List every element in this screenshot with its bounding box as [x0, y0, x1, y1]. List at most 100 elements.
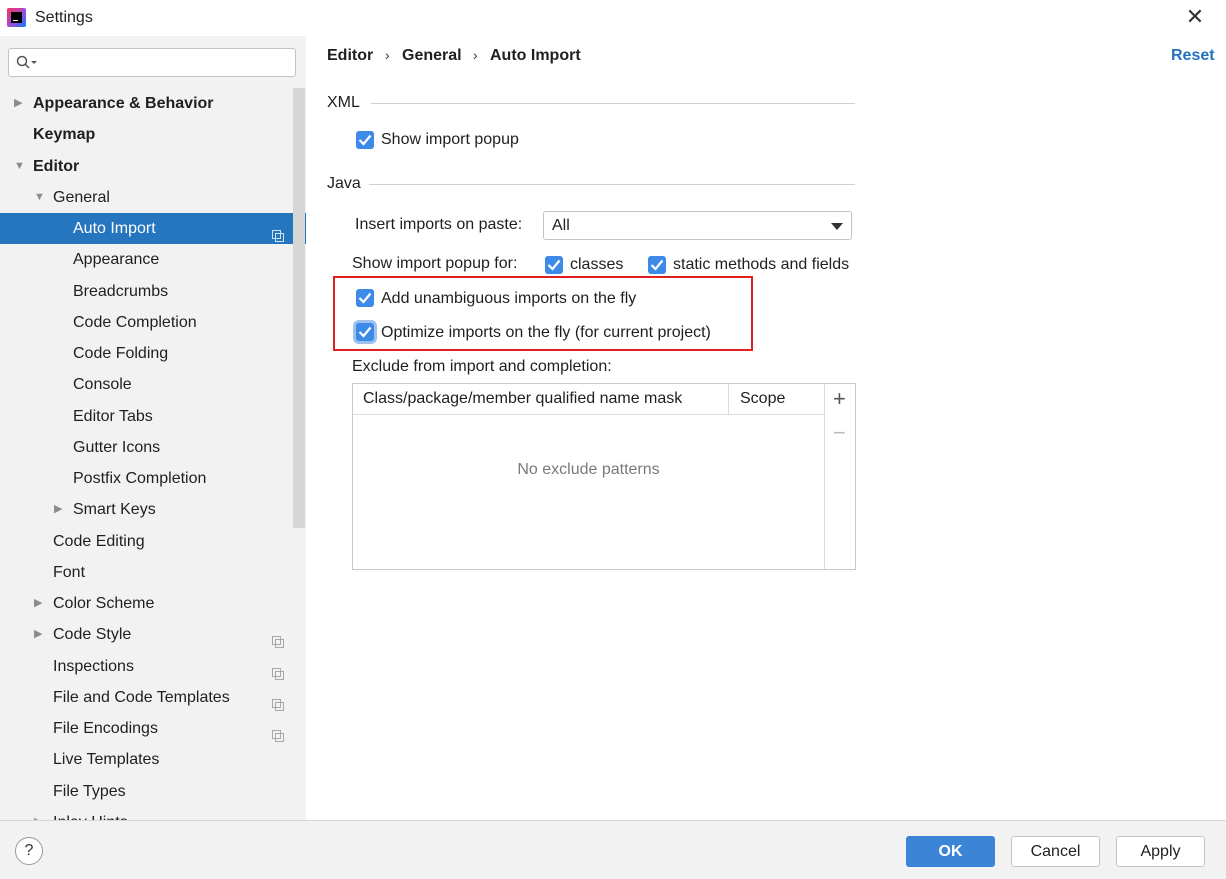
add-unambiguous-imports-checkbox[interactable] — [356, 289, 374, 307]
project-scope-icon — [272, 222, 284, 242]
sidebar-item-file-and-code-templates[interactable]: File and Code Templates — [0, 682, 292, 713]
breadcrumb-general[interactable]: General — [402, 47, 462, 65]
sidebar-item-file-encodings[interactable]: File Encodings — [0, 713, 292, 744]
settings-content: Editor › General › Auto Import Reset XML… — [306, 36, 1226, 820]
checkmark-icon — [650, 259, 664, 271]
table-header: Class/package/member qualified name mask… — [353, 384, 824, 415]
sidebar-item-code-style[interactable]: ▶ Code Style — [0, 619, 292, 650]
static-methods-checkbox[interactable] — [648, 256, 666, 274]
checkmark-icon — [358, 326, 372, 338]
sidebar-item-file-types[interactable]: File Types — [0, 776, 292, 807]
collapsed-arrow-icon[interactable]: ▶ — [34, 619, 46, 650]
sidebar-item-postfix-completion[interactable]: Postfix Completion — [0, 463, 292, 494]
title-bar: Settings ✕ — [0, 0, 1226, 36]
sidebar-item-console[interactable]: Console — [0, 369, 292, 400]
sidebar-item-inlay-hints[interactable]: ▶ Inlay Hints — [0, 807, 292, 820]
reset-link[interactable]: Reset — [1171, 47, 1215, 65]
classes-checkbox[interactable] — [545, 256, 563, 274]
sidebar-item-label: Inlay Hints — [53, 807, 128, 820]
project-scope-icon — [272, 660, 284, 680]
sidebar-item-label: Editor Tabs — [73, 407, 153, 425]
show-popup-for-label: Show import popup for: — [352, 255, 518, 272]
sidebar-item-label: Font — [53, 563, 86, 581]
sidebar-item-code-folding[interactable]: Code Folding — [0, 338, 292, 369]
sidebar-item-gutter-icons[interactable]: Gutter Icons — [0, 432, 292, 463]
add-icon[interactable]: + — [833, 388, 846, 410]
section-divider — [371, 103, 855, 104]
xml-section-title: XML — [327, 94, 360, 111]
sidebar-item-label: Console — [73, 376, 132, 394]
show-import-popup-checkbox[interactable] — [356, 131, 374, 149]
sidebar-item-editor[interactable]: ▼ Editor — [0, 151, 292, 182]
sidebar-item-editor-tabs[interactable]: Editor Tabs — [0, 401, 292, 432]
breadcrumb-auto-import: Auto Import — [490, 47, 581, 64]
expanded-arrow-icon[interactable]: ▼ — [14, 151, 26, 182]
help-icon[interactable]: ? — [15, 837, 43, 865]
column-header-scope[interactable]: Scope — [740, 390, 785, 408]
sidebar-item-label: Appearance — [73, 251, 160, 269]
search-input[interactable] — [8, 48, 296, 77]
breadcrumb-separator: › — [473, 47, 478, 63]
sidebar-item-label: File and Code Templates — [53, 688, 230, 706]
sidebar-item-label: File Encodings — [53, 720, 158, 737]
checkmark-icon — [547, 259, 561, 271]
sidebar-item-appearance[interactable]: Appearance — [0, 244, 292, 275]
dialog-footer: ? OK Cancel Apply — [0, 820, 1226, 879]
sidebar-item-appearance-behavior[interactable]: ▶ Appearance & Behavior — [0, 88, 292, 119]
sidebar-item-label: Code Folding — [73, 345, 169, 362]
sidebar-item-label: General — [53, 188, 110, 206]
insert-imports-label: Insert imports on paste: — [355, 216, 523, 233]
sidebar-item-keymap[interactable]: Keymap — [0, 119, 292, 150]
sidebar-item-general[interactable]: ▼ General — [0, 182, 292, 213]
close-icon[interactable]: ✕ — [1184, 6, 1206, 28]
sidebar-item-live-templates[interactable]: Live Templates — [0, 744, 292, 775]
sidebar-item-label: Smart Keys — [73, 501, 156, 519]
collapsed-arrow-icon[interactable]: ▶ — [54, 494, 66, 525]
collapsed-arrow-icon[interactable]: ▶ — [34, 807, 46, 820]
exclude-patterns-table[interactable]: Class/package/member qualified name mask… — [352, 383, 856, 570]
ok-button[interactable]: OK — [906, 836, 995, 867]
checkmark-icon — [358, 134, 372, 146]
sidebar-item-code-editing[interactable]: Code Editing — [0, 526, 292, 557]
show-import-popup-label[interactable]: Show import popup — [381, 131, 519, 149]
sidebar-item-label: Editor — [33, 157, 80, 175]
sidebar-item-label: Code Style — [53, 626, 132, 644]
add-unambiguous-imports-label[interactable]: Add unambiguous imports on the fly — [381, 290, 636, 308]
sidebar-item-label: Code Completion — [73, 313, 197, 331]
settings-sidebar: ▶ Appearance & Behavior Keymap ▼ Editor ▼ Gene… — [0, 36, 306, 820]
section-divider — [369, 184, 855, 185]
collapsed-arrow-icon[interactable]: ▶ — [14, 88, 26, 119]
sidebar-item-auto-import[interactable]: Auto Import — [0, 213, 306, 244]
optimize-imports-label[interactable]: Optimize imports on the fly (for current… — [381, 324, 711, 342]
exclude-label: Exclude from import and completion: — [352, 358, 612, 375]
sidebar-item-smart-keys[interactable]: ▶ Smart Keys — [0, 494, 292, 525]
settings-tree: ▶ Appearance & Behavior Keymap ▼ Editor ▼ Gene… — [0, 88, 306, 820]
sidebar-item-font[interactable]: Font — [0, 557, 292, 588]
collapsed-arrow-icon[interactable]: ▶ — [34, 588, 46, 619]
sidebar-item-label: Postfix Completion — [73, 470, 207, 487]
column-header-mask[interactable]: Class/package/member qualified name mask — [363, 390, 682, 408]
sidebar-scroll-thumb[interactable] — [293, 88, 305, 528]
optimize-imports-checkbox[interactable] — [356, 323, 374, 341]
empty-table-text: No exclude patterns — [517, 461, 660, 478]
remove-icon[interactable]: − — [833, 422, 846, 444]
sidebar-item-color-scheme[interactable]: ▶ Color Scheme — [0, 588, 292, 619]
apply-button[interactable]: Apply — [1116, 836, 1205, 867]
breadcrumb-editor[interactable]: Editor — [327, 47, 373, 65]
insert-imports-value: All — [552, 217, 570, 234]
static-methods-label[interactable]: static methods and fields — [673, 256, 849, 274]
sidebar-item-label: Inspections — [53, 657, 134, 675]
sidebar-item-label: Keymap — [33, 126, 96, 144]
sidebar-item-label: Live Templates — [53, 751, 160, 769]
cancel-button[interactable]: Cancel — [1011, 836, 1100, 867]
sidebar-item-label: Code Editing — [53, 532, 145, 550]
project-scope-icon — [272, 722, 284, 742]
sidebar-item-inspections[interactable]: Inspections — [0, 651, 292, 682]
classes-label[interactable]: classes — [570, 256, 623, 274]
table-toolbar: + − — [824, 384, 855, 569]
expanded-arrow-icon[interactable]: ▼ — [34, 182, 46, 213]
insert-imports-dropdown[interactable]: All — [543, 211, 852, 240]
project-scope-icon — [272, 691, 284, 711]
sidebar-item-code-completion[interactable]: Code Completion — [0, 307, 292, 338]
sidebar-item-breadcrumbs[interactable]: Breadcrumbs — [0, 276, 292, 307]
